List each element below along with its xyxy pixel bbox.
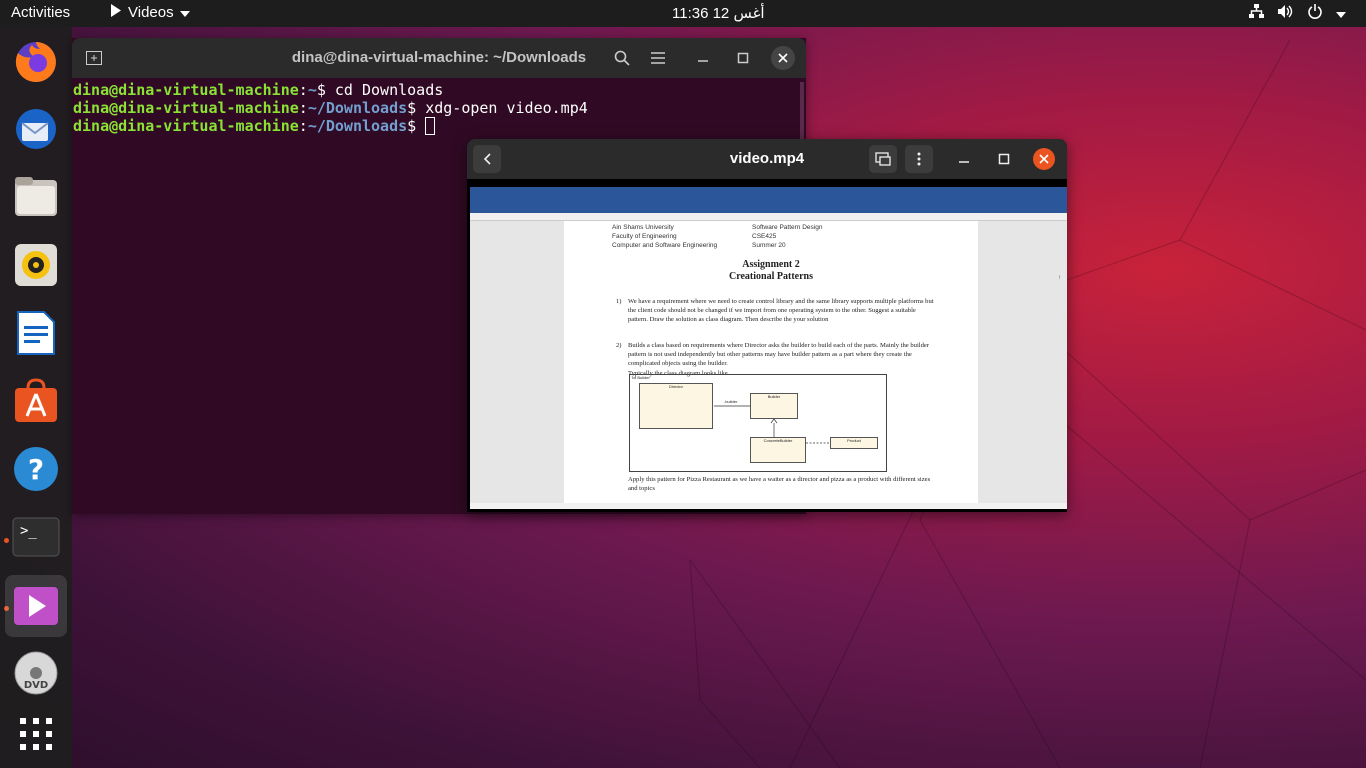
- dvd-icon[interactable]: DVD: [10, 647, 62, 699]
- fullscreen-toggle-icon[interactable]: [869, 145, 897, 173]
- svg-text:?: ?: [28, 453, 44, 486]
- close-icon[interactable]: [1033, 148, 1055, 170]
- maximize-icon[interactable]: [990, 145, 1018, 173]
- terminal-line: dina@dina-virtual-machine:~/Downloads$: [73, 117, 588, 135]
- dock: ? >_ DVD: [0, 27, 72, 768]
- app-menu[interactable]: Videos: [110, 4, 190, 21]
- maximize-icon[interactable]: [731, 46, 755, 70]
- question-1: 1) We have a requirement where we need t…: [616, 298, 934, 324]
- question-2: 2) Builds a class based on requirements …: [616, 342, 930, 377]
- doc-header-right: Software Pattern Design CSE425 Summer 20: [752, 224, 823, 249]
- volume-icon: [1278, 4, 1294, 23]
- terminal-header[interactable]: dina@dina-virtual-machine: ~/Downloads: [72, 38, 806, 78]
- running-indicator: [4, 538, 9, 543]
- activities-button[interactable]: Activities: [11, 4, 70, 21]
- power-icon: [1308, 4, 1322, 23]
- chevron-down-icon: [1336, 5, 1346, 22]
- show-apps-icon[interactable]: [10, 708, 62, 760]
- play-icon: [110, 4, 122, 21]
- question-2-apply: Apply this pattern for Pizza Restaurant …: [628, 476, 931, 493]
- document-page: Ain Shams University Faculty of Engineer…: [564, 221, 978, 503]
- terminal-line: dina@dina-virtual-machine:~/Downloads$ x…: [73, 99, 588, 117]
- doc-header-left: Ain Shams University Faculty of Engineer…: [612, 224, 718, 249]
- close-icon[interactable]: [771, 46, 795, 70]
- word-ruler: [470, 213, 1067, 221]
- firefox-icon[interactable]: [10, 35, 62, 87]
- terminal-line: dina@dina-virtual-machine:~$ cd Download…: [73, 81, 444, 99]
- video-player-window[interactable]: video.mp4 ↑ Ain Shams University Faculty…: [467, 139, 1067, 512]
- kebab-menu-icon[interactable]: [905, 145, 933, 173]
- system-tray[interactable]: [1249, 4, 1346, 23]
- thunderbird-icon[interactable]: [10, 103, 62, 155]
- clock[interactable]: 11:36 أغس 12: [672, 4, 765, 22]
- diagram-connectors: [714, 405, 830, 444]
- word-status-bar: [470, 503, 1067, 509]
- word-menu-bar: [470, 201, 1067, 213]
- video-header[interactable]: video.mp4: [467, 139, 1067, 179]
- writer-icon[interactable]: [10, 307, 62, 359]
- network-icon: [1249, 4, 1264, 23]
- hamburger-menu-icon[interactable]: [646, 46, 670, 70]
- doc-title: Assignment 2 Creational Patterns: [729, 259, 813, 282]
- top-bar: Activities Videos 11:36 أغس 12: [0, 0, 1366, 27]
- videos-icon[interactable]: [5, 575, 67, 637]
- minimize-icon[interactable]: [950, 145, 978, 173]
- software-icon[interactable]: [10, 375, 62, 427]
- app-menu-label: Videos: [128, 4, 174, 21]
- files-icon[interactable]: [10, 171, 62, 223]
- svg-text:DVD: DVD: [24, 680, 48, 691]
- terminal-icon[interactable]: >_: [10, 511, 62, 563]
- rhythmbox-icon[interactable]: [10, 239, 62, 291]
- help-icon[interactable]: ?: [10, 443, 62, 495]
- scroll-marker: ↑: [1058, 275, 1061, 281]
- word-title-bar: [470, 187, 1067, 201]
- minimize-icon[interactable]: [691, 46, 715, 70]
- terminal-output[interactable]: dina@dina-virtual-machine:~$ cd Download…: [73, 81, 588, 135]
- video-frame[interactable]: ↑ Ain Shams University Faculty of Engine…: [470, 187, 1067, 509]
- search-icon[interactable]: [610, 46, 634, 70]
- class-diagram: cd Builder Director Builder ConcreteBuil…: [629, 374, 887, 472]
- chevron-down-icon: [179, 4, 190, 21]
- text-cursor: [425, 117, 436, 135]
- svg-text:>_: >_: [20, 523, 37, 539]
